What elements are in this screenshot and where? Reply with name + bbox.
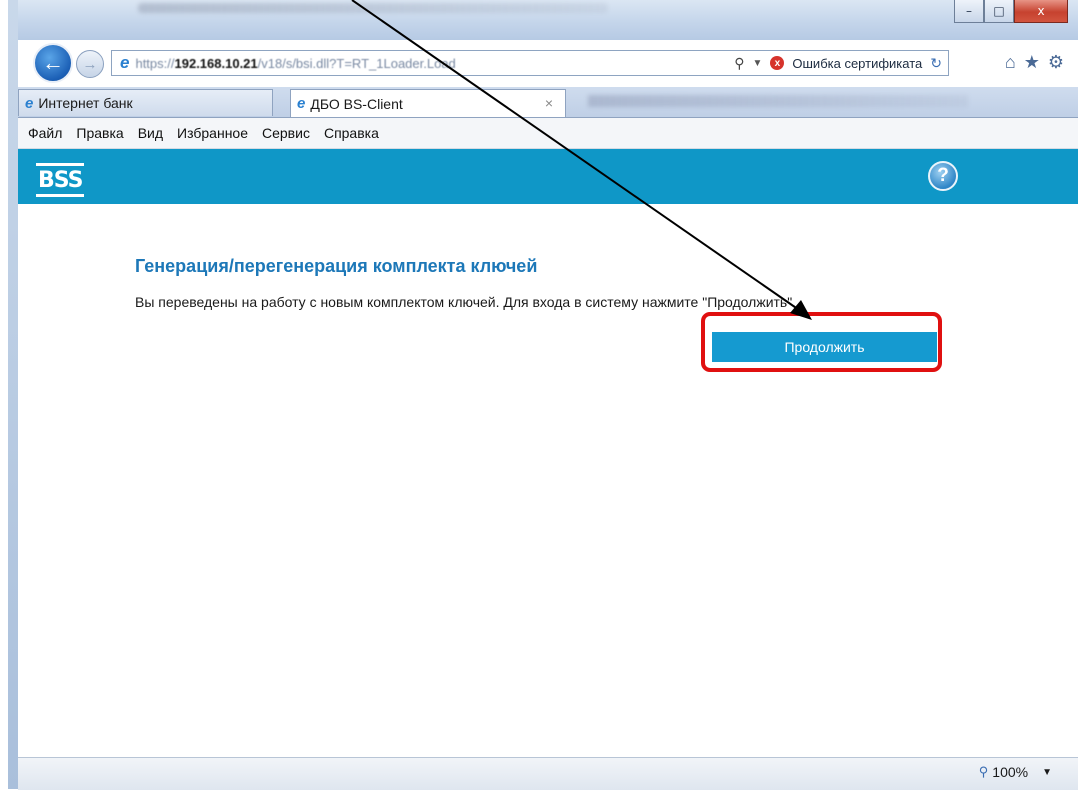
minimize-button[interactable]: – bbox=[954, 0, 984, 23]
browser-window: – □ x ← → e https://192.168.10.21/v18/s/… bbox=[8, 0, 1078, 790]
zoom-level: 100% bbox=[992, 764, 1029, 780]
certificate-error-label[interactable]: Ошибка сертификата bbox=[792, 56, 922, 71]
menu-favorites[interactable]: Избранное bbox=[177, 125, 248, 141]
title-bar: – □ x bbox=[8, 0, 1078, 40]
tab-label: ДБО BS-Client bbox=[310, 95, 403, 112]
tab-bs-client[interactable]: e ДБО BS-Client × bbox=[290, 89, 566, 117]
window-title-blurred bbox=[138, 3, 608, 13]
tab-internet-bank[interactable]: e Интернет банк bbox=[18, 89, 273, 116]
settings-gear-icon[interactable]: ⚙ bbox=[1048, 52, 1064, 73]
info-message: Вы переведены на работу с новым комплект… bbox=[135, 294, 797, 310]
forward-button[interactable]: → bbox=[76, 50, 104, 78]
certificate-error-icon[interactable]: x bbox=[770, 56, 785, 70]
browser-tool-icons: ⌂ ★ ⚙ bbox=[1005, 52, 1064, 73]
highlight-frame bbox=[701, 312, 942, 372]
menu-bar: Файл Правка Вид Избранное Сервис Справка bbox=[18, 118, 1078, 149]
menu-edit[interactable]: Правка bbox=[76, 125, 123, 141]
maximize-button[interactable]: □ bbox=[984, 0, 1014, 23]
status-bar: ⚲ 100% ▼ bbox=[18, 757, 1078, 790]
close-window-button[interactable]: x bbox=[1014, 0, 1068, 23]
ie-page-icon: e bbox=[120, 53, 130, 72]
tab-strip: e Интернет банк e ДБО BS-Client × bbox=[8, 87, 1078, 118]
navigation-bar: ← → e https://192.168.10.21/v18/s/bsi.dl… bbox=[8, 40, 1078, 90]
back-button[interactable]: ← bbox=[33, 43, 73, 83]
search-icon[interactable]: ⚲ bbox=[734, 55, 744, 72]
url-text[interactable]: https://192.168.10.21/v18/s/bsi.dll?T=RT… bbox=[135, 56, 455, 71]
page-title: Генерация/перегенерация комплекта ключей bbox=[135, 256, 538, 276]
dropdown-arrow-icon[interactable]: ▼ bbox=[752, 58, 762, 69]
zoom-icon: ⚲ bbox=[978, 764, 989, 779]
favorites-star-icon[interactable]: ★ bbox=[1024, 52, 1040, 73]
address-bar-tools: ⚲ ▼ x Ошибка сертификата ↻ bbox=[734, 51, 942, 75]
menu-file[interactable]: Файл bbox=[28, 125, 62, 141]
bss-logo: BSS bbox=[36, 163, 85, 197]
menu-tools[interactable]: Сервис bbox=[262, 125, 310, 141]
ie-tab-icon: e bbox=[297, 95, 306, 112]
tab-label: Интернет банк bbox=[38, 95, 133, 111]
help-icon[interactable]: ? bbox=[928, 161, 958, 191]
menu-view[interactable]: Вид bbox=[138, 125, 163, 141]
tab-close-icon[interactable]: × bbox=[545, 95, 553, 111]
ie-tab-icon: e bbox=[25, 94, 34, 112]
refresh-icon[interactable]: ↻ bbox=[930, 55, 942, 72]
window-frame-left bbox=[8, 0, 18, 789]
forward-arrow-icon: → bbox=[82, 55, 98, 73]
new-tab-area-blurred bbox=[588, 95, 968, 107]
address-bar[interactable]: e https://192.168.10.21/v18/s/bsi.dll?T=… bbox=[111, 50, 949, 76]
back-arrow-icon: ← bbox=[42, 50, 64, 75]
zoom-dropdown-icon[interactable]: ▼ bbox=[1042, 767, 1052, 778]
zoom-control[interactable]: ⚲ 100% ▼ bbox=[979, 764, 1052, 780]
window-controls: – □ x bbox=[954, 0, 1068, 23]
home-icon[interactable]: ⌂ bbox=[1005, 52, 1016, 73]
menu-help[interactable]: Справка bbox=[324, 125, 379, 141]
page-header: BSS ? bbox=[18, 149, 1078, 204]
